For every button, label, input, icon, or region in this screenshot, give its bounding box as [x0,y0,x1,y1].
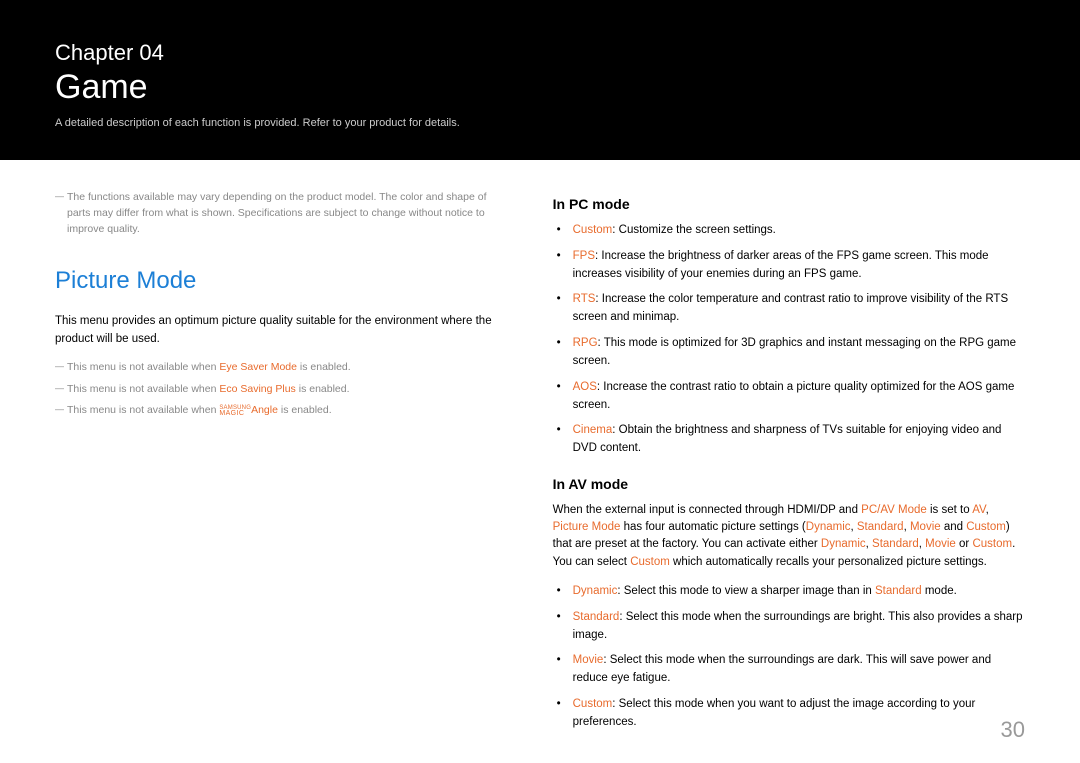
chapter-title: Game [55,68,1025,107]
note-text: This menu is not available when [67,404,219,416]
highlight: Standard [857,521,904,533]
picture-mode-intro: This menu provides an optimum picture qu… [55,313,513,348]
highlight-angle: Angle [251,404,278,416]
highlight: Custom [966,521,1006,533]
highlight: Standard [875,585,922,597]
list-item: Standard: Select this mode when the surr… [569,609,1025,645]
list-item: RPG: This mode is optimized for 3D graph… [569,335,1025,371]
list-item: Dynamic: Select this mode to view a shar… [569,583,1025,601]
mode-name-movie: Movie [573,654,604,666]
note-text: This menu is not available when [67,361,219,373]
text: and [941,521,967,533]
mode-desc: : Increase the brightness of darker area… [573,250,989,280]
mode-desc: : This mode is optimized for 3D graphics… [573,337,1016,367]
mode-desc: : Select this mode to view a sharper ima… [617,585,875,597]
mode-name-cinema: Cinema [573,424,613,436]
text: When the external input is connected thr… [553,504,862,516]
list-item: Custom: Customize the screen settings. [569,222,1025,240]
highlight: Movie [910,521,941,533]
mode-desc: : Select this mode when the surroundings… [573,611,1023,641]
note-text: is enabled. [297,361,351,373]
mode-desc: : Customize the screen settings. [612,224,776,236]
mode-desc: : Select this mode when you want to adju… [573,698,976,728]
text: which automatically recalls your persona… [670,556,987,568]
note-text: This menu is not available when [67,383,219,395]
mode-name-dynamic: Dynamic [573,585,618,597]
model-variation-note: The functions available may vary dependi… [55,190,513,237]
list-item: AOS: Increase the contrast ratio to obta… [569,379,1025,415]
note-magic-angle: This menu is not available when SAMSUNGM… [55,403,513,419]
mode-desc: : Increase the contrast ratio to obtain … [573,381,1015,411]
chapter-subtitle: A detailed description of each function … [55,117,1025,129]
note-text: is enabled. [296,383,350,395]
highlight: PC/AV Mode [861,504,927,516]
highlight: Dynamic [806,521,851,533]
section-title-picture-mode: Picture Mode [55,267,513,295]
chapter-number: Chapter 04 [55,40,1025,66]
list-item: Cinema: Obtain the brightness and sharpn… [569,422,1025,458]
text: , [986,504,989,516]
mode-name-custom: Custom [573,224,613,236]
chapter-header: Chapter 04 Game A detailed description o… [0,0,1080,160]
mode-desc: : Obtain the brightness and sharpness of… [573,424,1002,454]
samsung-magic-logo: SAMSUNGMAGIC [219,406,251,416]
page-content: The functions available may vary dependi… [0,160,1080,750]
list-item: RTS: Increase the color temperature and … [569,291,1025,327]
text: or [956,538,973,550]
text: has four automatic picture settings ( [620,521,805,533]
pc-mode-list: Custom: Customize the screen settings. F… [553,222,1025,458]
av-mode-paragraph: When the external input is connected thr… [553,502,1025,571]
highlight: Custom [630,556,670,568]
highlight: Movie [925,538,956,550]
list-item: Movie: Select this mode when the surroun… [569,652,1025,688]
list-item: Custom: Select this mode when you want t… [569,696,1025,732]
mode-name-standard: Standard [573,611,620,623]
highlight: Picture Mode [553,521,621,533]
mode-name-rts: RTS [573,293,596,305]
highlight: Standard [872,538,919,550]
list-item: FPS: Increase the brightness of darker a… [569,248,1025,284]
highlight: Dynamic [821,538,866,550]
mode-name-rpg: RPG [573,337,598,349]
note-eco-saving: This menu is not available when Eco Savi… [55,382,513,398]
note-text: is enabled. [278,404,332,416]
mode-desc: : Select this mode when the surroundings… [573,654,991,684]
highlight: AV [972,504,985,516]
highlight: Custom [972,538,1012,550]
note-eye-saver: This menu is not available when Eye Save… [55,360,513,376]
av-mode-list: Dynamic: Select this mode to view a shar… [553,583,1025,732]
mode-name-aos: AOS [573,381,597,393]
heading-pc-mode: In PC mode [553,196,1025,212]
text: is set to [927,504,972,516]
left-column: The functions available may vary dependi… [55,190,513,750]
mode-desc: : Increase the color temperature and con… [573,293,1009,323]
mode-name-custom: Custom [573,698,613,710]
heading-av-mode: In AV mode [553,476,1025,492]
highlight-eye-saver: Eye Saver Mode [219,361,297,373]
right-column: In PC mode Custom: Customize the screen … [553,190,1025,750]
page-number: 30 [1001,717,1025,743]
mode-name-fps: FPS [573,250,595,262]
highlight-eco-saving: Eco Saving Plus [219,383,295,395]
mode-desc: mode. [922,585,957,597]
